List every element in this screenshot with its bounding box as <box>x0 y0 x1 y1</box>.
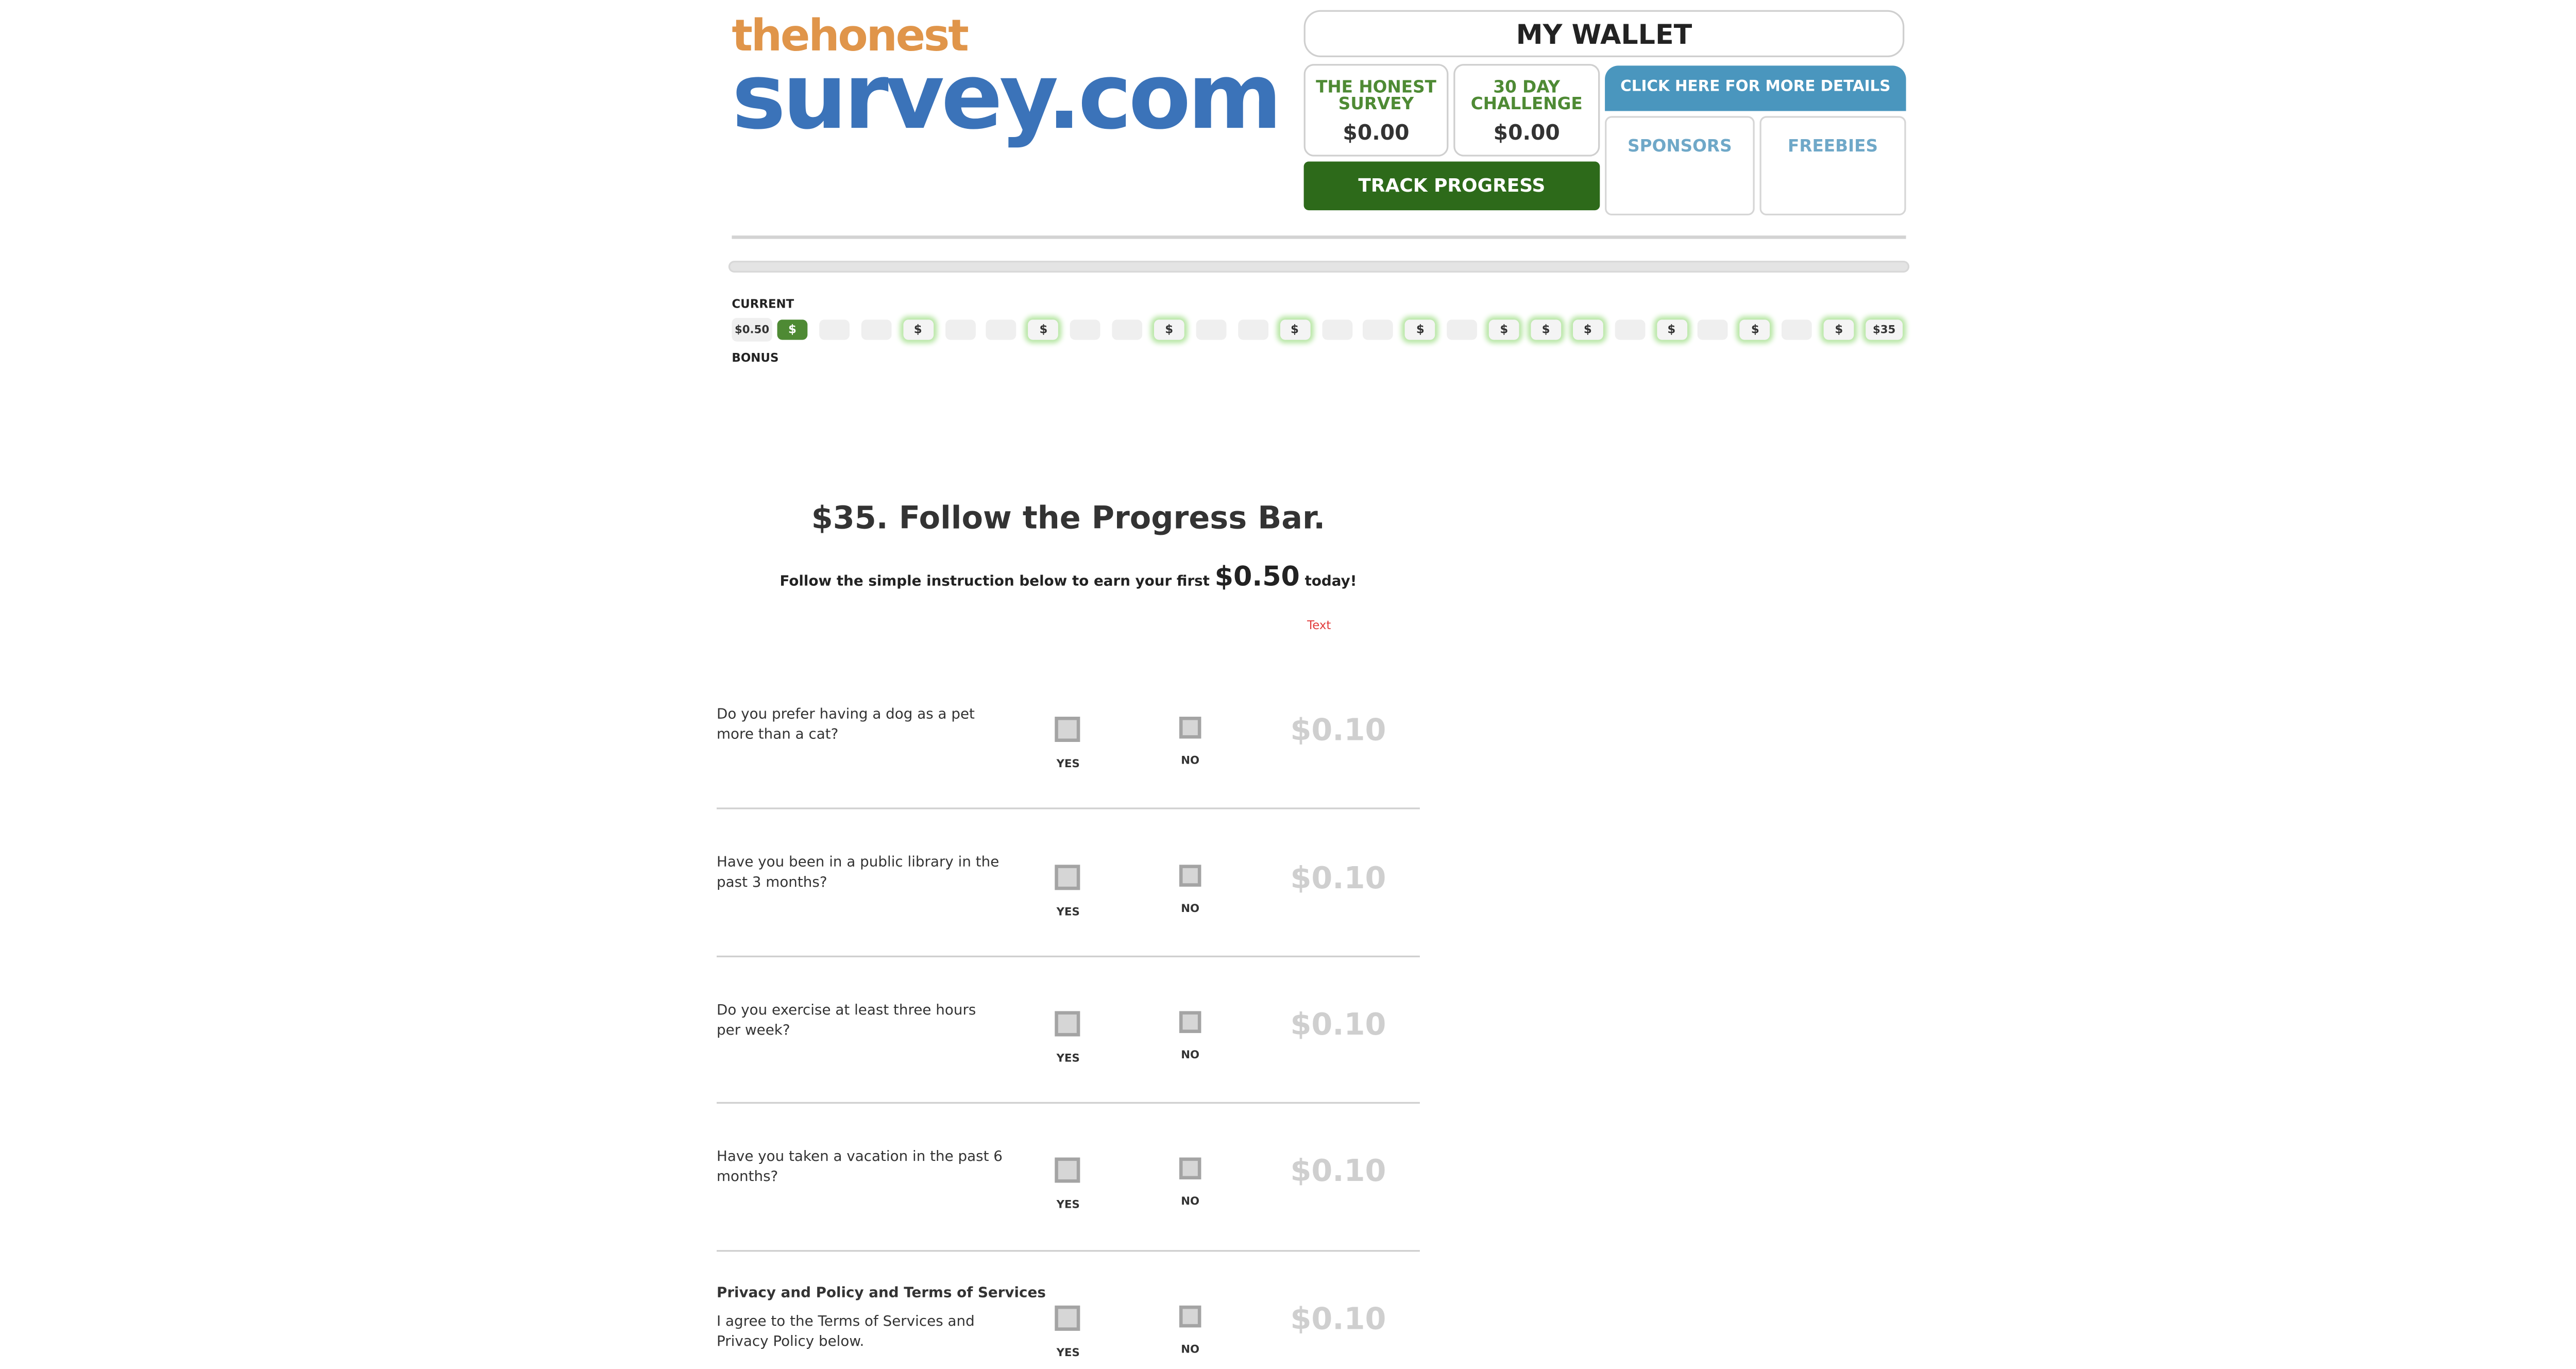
no-label: NO <box>1181 753 1200 767</box>
freebies-link[interactable]: FREEBIES <box>1759 116 1906 215</box>
wallet-survey-balance: THE HONEST SURVEY $0.00 <box>1303 64 1449 157</box>
progress-step <box>944 319 975 340</box>
yes-checkbox[interactable] <box>1055 1157 1080 1183</box>
terms-title: Privacy and Policy and Terms of Services <box>717 1285 1046 1303</box>
wallet-survey-label: THE HONEST SURVEY <box>1316 79 1436 115</box>
progress-step-milestone: $ <box>1656 319 1687 340</box>
current-label: CURRENT <box>732 297 794 312</box>
progress-step <box>1614 319 1645 340</box>
no-label: NO <box>1181 1194 1200 1208</box>
progress-step-milestone: $ <box>903 319 934 340</box>
progress-step-milestone: $ <box>1572 319 1603 340</box>
page: thehonest survey.com MY WALLET THE HONES… <box>0 0 2576 1369</box>
no-checkbox[interactable] <box>1179 865 1201 887</box>
terms-no-label: NO <box>1181 1342 1200 1356</box>
question-text: Do you prefer having a dog as a pet more… <box>717 706 975 744</box>
subtitle-text-before: Follow the simple instruction below to e… <box>779 573 1215 591</box>
progress-step <box>1112 319 1143 340</box>
progress-step-active: $ <box>777 319 808 340</box>
progress-step <box>986 319 1017 340</box>
no-checkbox[interactable] <box>1179 1157 1201 1179</box>
progress-step <box>1447 319 1478 340</box>
question-reward: $0.10 <box>1290 861 1386 897</box>
yes-label: YES <box>1056 905 1080 919</box>
subtitle-amount: $0.50 <box>1214 560 1300 593</box>
question-reward: $0.10 <box>1290 713 1386 749</box>
question-row: Have you been in a public library in the… <box>717 807 1420 957</box>
progress-step-milestone: $ <box>1154 319 1184 340</box>
bonus-label: BONUS <box>732 351 779 365</box>
no-checkbox[interactable] <box>1179 1011 1201 1033</box>
subtitle-text-after: today! <box>1299 573 1357 591</box>
page-subtitle: Follow the simple instruction below to e… <box>732 560 1404 592</box>
yes-label: YES <box>1056 757 1080 771</box>
question-text: Have you been in a public library in the… <box>717 854 999 892</box>
page-title: $35. Follow the Progress Bar. <box>811 501 1326 537</box>
question-row: Do you prefer having a dog as a pet more… <box>717 660 1420 809</box>
progress-step <box>1321 319 1352 340</box>
terms-text: I agree to the Terms of Services and Pri… <box>717 1314 975 1351</box>
yes-checkbox[interactable] <box>1055 717 1080 742</box>
progress-step <box>819 319 850 340</box>
track-progress-button[interactable]: TRACK PROGRESS <box>1303 161 1600 211</box>
progress-step-milestone: $ <box>1279 319 1310 340</box>
more-details-button[interactable]: CLICK HERE FOR MORE DETAILS <box>1605 65 1906 111</box>
current-amount: $0.50 <box>732 318 772 342</box>
logo-bottom-text: survey.com <box>732 43 1282 150</box>
progress-step-milestone: $ <box>1488 319 1519 340</box>
wallet-survey-amount: $0.00 <box>1343 119 1410 145</box>
terms-reward: $0.10 <box>1290 1302 1386 1338</box>
no-checkbox[interactable] <box>1179 717 1201 739</box>
progress-step <box>1782 319 1812 340</box>
progress-step <box>1698 319 1728 340</box>
question-row: Have you taken a vacation in the past 6 … <box>717 1102 1420 1252</box>
wallet-challenge-label: 30 DAY CHALLENGE <box>1470 79 1583 115</box>
progress-step-milestone: $ <box>1740 319 1771 340</box>
progress-step <box>1196 319 1226 340</box>
header-divider <box>732 235 1906 239</box>
question-reward: $0.10 <box>1290 1007 1386 1043</box>
progress-bar <box>728 261 1910 273</box>
terms-yes-label: YES <box>1056 1346 1080 1360</box>
progress-step <box>1070 319 1101 340</box>
terms-row: Privacy and Policy and Terms of Services… <box>717 1250 1420 1369</box>
progress-step-milestone: $ <box>1531 319 1561 340</box>
sponsors-link[interactable]: SPONSORS <box>1605 116 1755 215</box>
terms-yes-checkbox[interactable] <box>1055 1305 1080 1331</box>
progress-step-milestone: $ <box>1028 319 1059 340</box>
no-label: NO <box>1181 902 1200 916</box>
yes-label: YES <box>1056 1051 1080 1065</box>
progress-step <box>1238 319 1268 340</box>
yes-checkbox[interactable] <box>1055 865 1080 890</box>
wallet-title: MY WALLET <box>1303 10 1905 58</box>
question-text: Do you exercise at least three hours per… <box>717 1003 976 1040</box>
question-reward: $0.10 <box>1290 1154 1386 1190</box>
site-logo[interactable]: thehonest survey.com <box>732 13 1282 150</box>
progress-step <box>861 319 891 340</box>
yes-checkbox[interactable] <box>1055 1011 1080 1037</box>
terms-no-checkbox[interactable] <box>1179 1305 1201 1328</box>
progress-step-milestone: $ <box>1405 319 1436 340</box>
wallet-challenge-amount: $0.00 <box>1493 119 1560 145</box>
final-reward-step: $35 <box>1866 319 1903 340</box>
question-text: Have you taken a vacation in the past 6 … <box>717 1149 1003 1187</box>
progress-step-milestone: $ <box>1823 319 1854 340</box>
no-label: NO <box>1181 1048 1200 1062</box>
text-link[interactable]: Text <box>1307 619 1331 633</box>
wallet-challenge-balance: 30 DAY CHALLENGE $0.00 <box>1453 64 1600 157</box>
progress-step <box>1363 319 1394 340</box>
yes-label: YES <box>1056 1197 1080 1212</box>
question-row: Do you exercise at least three hours per… <box>717 954 1420 1104</box>
